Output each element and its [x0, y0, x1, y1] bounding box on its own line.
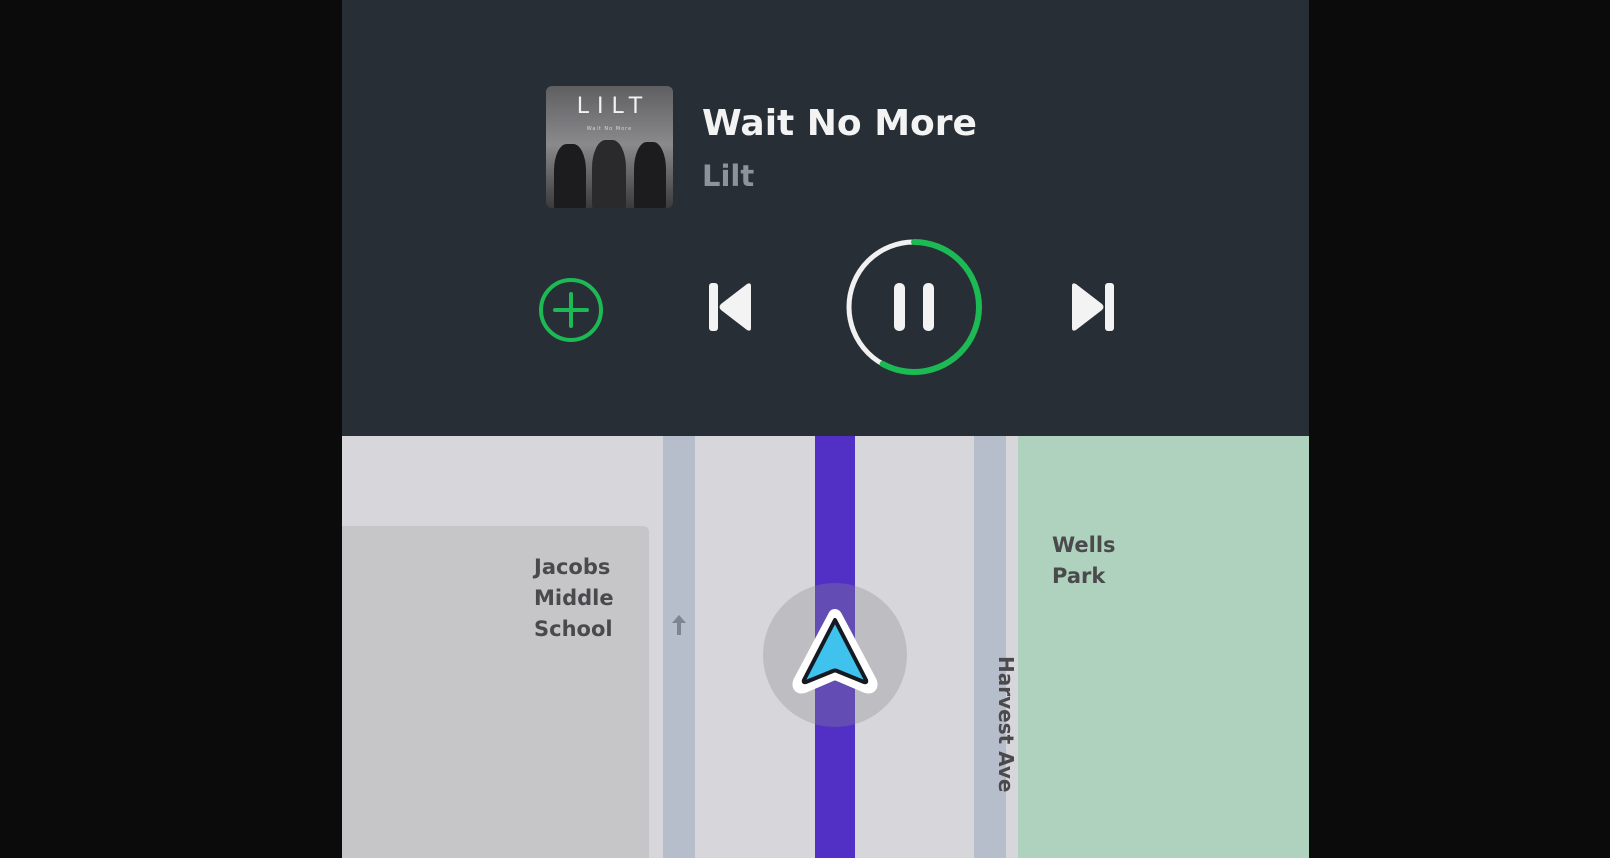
place-label-school: Jacobs Middle School — [534, 555, 614, 641]
car-display: LILT Wait No More Wait No More Lilt Jaco… — [342, 0, 1309, 858]
plus-circle-icon — [539, 278, 603, 342]
place-label-park: Wells Park — [1052, 533, 1116, 588]
add-to-library-button[interactable] — [537, 276, 605, 344]
album-art-title: LILT — [576, 94, 651, 119]
track-artist: Lilt — [702, 159, 755, 193]
skip-previous-icon — [709, 283, 751, 331]
navigation-map[interactable]: Jacobs Middle School Wells Park Harvest … — [342, 436, 1309, 858]
arrow-up-icon — [672, 615, 686, 635]
album-art-figure — [634, 142, 666, 208]
previous-track-button[interactable] — [707, 281, 755, 333]
track-title: Wait No More — [702, 103, 977, 144]
album-art-figure — [592, 140, 626, 208]
album-art-subtitle: Wait No More — [586, 126, 633, 132]
side-street — [663, 436, 695, 858]
next-track-button[interactable] — [1068, 281, 1116, 333]
park-area — [1018, 436, 1309, 858]
pause-icon — [846, 239, 982, 375]
media-player-card: LILT Wait No More Wait No More Lilt — [342, 0, 1309, 436]
navigation-arrow-icon — [763, 583, 907, 727]
street-label: Harvest Ave — [994, 656, 1018, 793]
skip-next-icon — [1072, 283, 1114, 331]
album-art-figure — [554, 144, 586, 208]
album-art[interactable]: LILT Wait No More — [546, 86, 673, 208]
play-pause-button[interactable] — [844, 237, 984, 377]
